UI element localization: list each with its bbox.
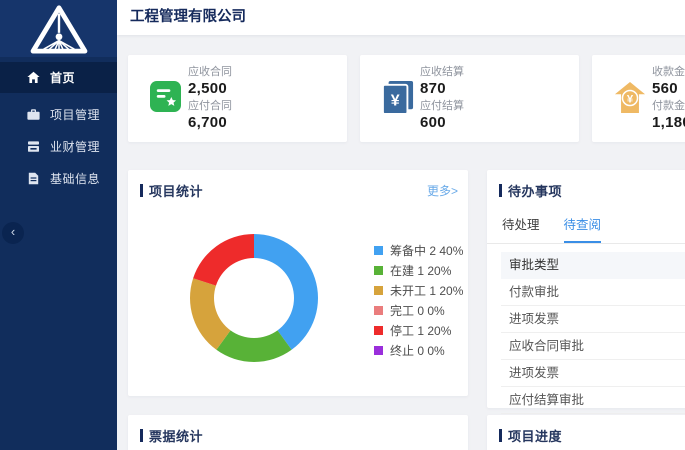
project-icon (26, 107, 40, 121)
dashboard-screen: 首页 项目管理 业财管理 基础信息 ‹ (0, 0, 685, 450)
stat-value: 560 (652, 80, 685, 97)
stat-value: 600 (420, 114, 464, 131)
more-link[interactable]: 更多> (427, 182, 458, 199)
stat-value: 2,500 (188, 80, 232, 97)
stat-card-contracts: 应收合同 2,500 应付合同 6,700 (128, 55, 347, 142)
stat-label: 收款金额 (652, 65, 685, 80)
settlement-icon: ¥ (382, 81, 414, 115)
panel-title: 项目统计 (149, 181, 203, 200)
legend-label: 停工 1 20% (390, 322, 451, 339)
legend-item[interactable]: 筹备中 2 40% (374, 240, 463, 260)
title-bar-icon (140, 184, 143, 197)
todo-panel: 待办事项 待处理 待查阅 审批类型 付款审批 进项发票 应收合同审批 进项发票 … (487, 170, 685, 408)
stat-label: 付款金额 (652, 99, 685, 114)
top-bar: 工程管理有限公司 (117, 0, 685, 35)
project-stats-panel: 项目统计 更多> 筹备中 2 40% 在建 1 20% 未开工 1 20% 完工… (128, 170, 468, 396)
info-icon (26, 171, 40, 185)
project-progress-panel: 项目进度 (487, 415, 685, 450)
sidebar: 首页 项目管理 业财管理 基础信息 ‹ (0, 0, 117, 450)
contract-icon (150, 81, 182, 115)
collapse-sidebar-button[interactable]: ‹ (2, 222, 24, 244)
sidebar-item-projects[interactable]: 项目管理 (0, 99, 117, 129)
legend-item[interactable]: 完工 0 0% (374, 300, 463, 320)
logo-triangle-icon (28, 4, 90, 54)
legend-swatch (374, 326, 383, 335)
stat-value: 870 (420, 80, 464, 97)
legend-swatch (374, 266, 383, 275)
legend-swatch (374, 246, 383, 255)
stat-card-payment: ¥ 收款金额 560 付款金额 1,180 (592, 55, 685, 142)
panel-title: 票据统计 (149, 426, 203, 445)
stat-value: 1,180 (652, 114, 685, 131)
legend-item[interactable]: 停工 1 20% (374, 320, 463, 340)
panel-title: 项目进度 (508, 426, 562, 445)
tab-to-review[interactable]: 待查阅 (564, 214, 602, 243)
legend-item[interactable]: 未开工 1 20% (374, 280, 463, 300)
stat-value: 6,700 (188, 114, 232, 131)
sidebar-nav: 首页 项目管理 业财管理 基础信息 (0, 62, 117, 195)
home-icon (26, 71, 40, 85)
title-bar-icon (499, 429, 502, 442)
company-logo (0, 0, 117, 57)
legend-label: 未开工 1 20% (390, 282, 463, 299)
stat-label: 应收结算 (420, 65, 464, 80)
todo-table: 审批类型 付款审批 进项发票 应收合同审批 进项发票 应付结算审批 (501, 252, 685, 414)
legend-item[interactable]: 在建 1 20% (374, 260, 463, 280)
sidebar-item-finance[interactable]: 业财管理 (0, 131, 117, 161)
title-bar-icon (499, 184, 502, 197)
title-bar-icon (140, 429, 143, 442)
todo-row[interactable]: 付款审批 (501, 279, 685, 306)
chart-legend: 筹备中 2 40% 在建 1 20% 未开工 1 20% 完工 0 0% 停工 … (374, 240, 463, 360)
svg-text:¥: ¥ (391, 93, 400, 110)
todo-tabs: 待处理 待查阅 (487, 214, 685, 244)
stat-card-settlement: ¥ 应收结算 870 应付结算 600 (360, 55, 579, 142)
svg-text:¥: ¥ (627, 94, 634, 106)
todo-row[interactable]: 应收合同审批 (501, 333, 685, 360)
legend-label: 完工 0 0% (390, 302, 445, 319)
stat-label: 应付结算 (420, 99, 464, 114)
stat-label: 应收合同 (188, 65, 232, 80)
todo-row[interactable]: 进项发票 (501, 360, 685, 387)
project-status-donut-chart[interactable] (184, 228, 324, 368)
finance-icon (26, 139, 40, 153)
legend-label: 筹备中 2 40% (390, 242, 463, 259)
legend-swatch (374, 306, 383, 315)
payment-icon: ¥ (614, 81, 646, 115)
legend-label: 在建 1 20% (390, 262, 451, 279)
legend-item[interactable]: 终止 0 0% (374, 340, 463, 360)
bills-stats-panel: 票据统计 (128, 415, 468, 450)
chevron-left-icon: ‹ (11, 224, 15, 239)
sidebar-item-basicinfo[interactable]: 基础信息 (0, 163, 117, 193)
todo-row[interactable]: 应付结算审批 (501, 387, 685, 414)
sidebar-item-label: 项目管理 (50, 106, 100, 123)
sidebar-item-label: 基础信息 (50, 170, 100, 187)
legend-swatch (374, 286, 383, 295)
sidebar-item-label: 首页 (50, 69, 75, 86)
legend-label: 终止 0 0% (390, 342, 445, 359)
todo-row[interactable]: 进项发票 (501, 306, 685, 333)
sidebar-item-label: 业财管理 (50, 138, 100, 155)
legend-swatch (374, 346, 383, 355)
page-title: 工程管理有限公司 (117, 0, 685, 35)
stat-label: 应付合同 (188, 99, 232, 114)
tab-pending[interactable]: 待处理 (502, 214, 540, 243)
sidebar-item-home[interactable]: 首页 (0, 62, 117, 93)
table-header-approval-type: 审批类型 (501, 252, 685, 279)
panel-title: 待办事项 (508, 181, 562, 200)
